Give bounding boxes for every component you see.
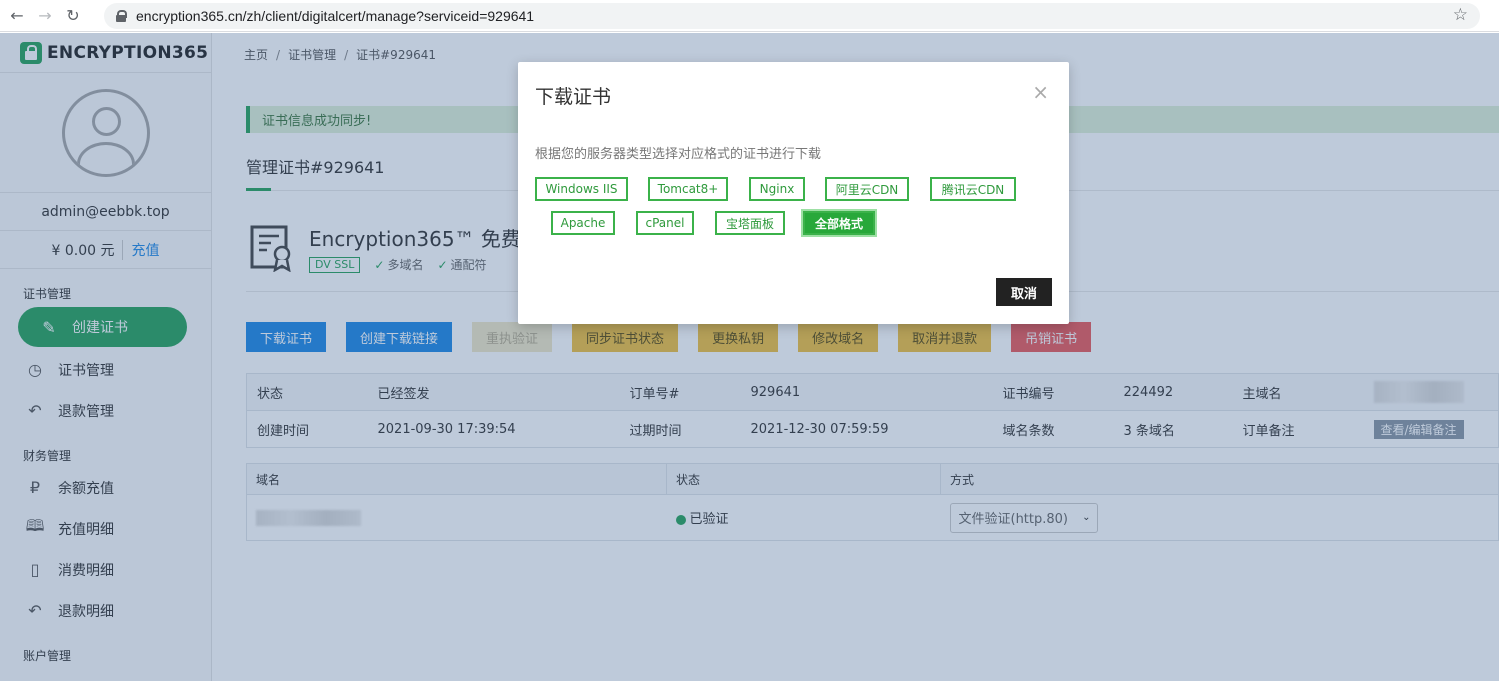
format-nginx-button[interactable]: Nginx (749, 177, 805, 201)
download-cert-modal: 下载证书 × 根据您的服务器类型选择对应格式的证书进行下载 Windows II… (518, 62, 1069, 324)
close-icon[interactable]: × (1032, 80, 1049, 104)
lock-icon (116, 10, 127, 22)
url-text[interactable]: encryption365.cn/zh/client/digitalcert/m… (136, 8, 534, 24)
arrow-right-icon[interactable]: → (34, 5, 56, 27)
star-icon[interactable]: ☆ (1453, 5, 1468, 25)
modal-description: 根据您的服务器类型选择对应格式的证书进行下载 (535, 147, 822, 162)
address-bar[interactable]: encryption365.cn/zh/client/digitalcert/m… (104, 3, 1480, 29)
format-windows-iis-button[interactable]: Windows IIS (535, 177, 628, 201)
format-baota-button[interactable]: 宝塔面板 (715, 211, 785, 235)
format-all-button[interactable]: 全部格式 (803, 211, 875, 235)
reload-icon[interactable]: ↻ (62, 5, 84, 27)
arrow-left-icon[interactable]: ← (6, 5, 28, 27)
format-tencent-cdn-button[interactable]: 腾讯云CDN (930, 177, 1016, 201)
browser-toolbar: ← → ↻ encryption365.cn/zh/client/digital… (0, 0, 1499, 32)
cancel-button[interactable]: 取消 (996, 278, 1052, 306)
format-apache-button[interactable]: Apache (551, 211, 615, 235)
format-cpanel-button[interactable]: cPanel (636, 211, 694, 235)
format-aliyun-cdn-button[interactable]: 阿里云CDN (825, 177, 909, 201)
modal-title: 下载证书 (535, 86, 612, 108)
format-tomcat-button[interactable]: Tomcat8+ (648, 177, 728, 201)
